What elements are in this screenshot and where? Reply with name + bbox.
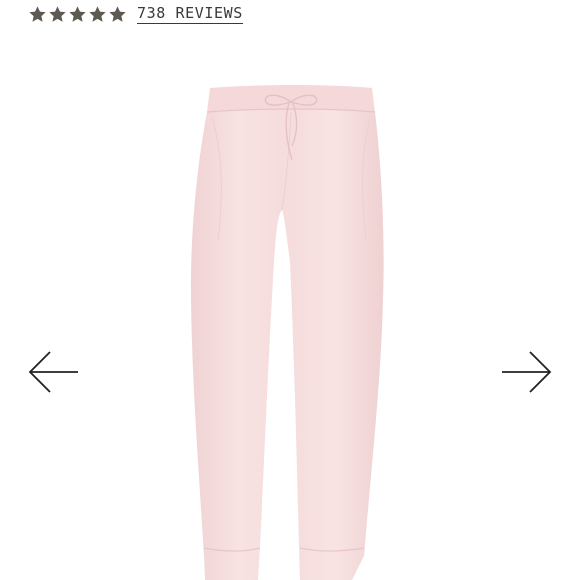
- star-icon: [88, 5, 107, 24]
- arrow-right-icon: [498, 348, 554, 396]
- star-icon: [108, 5, 127, 24]
- reviews-link[interactable]: 738 REVIEWS: [137, 4, 243, 24]
- star-icon: [28, 5, 47, 24]
- star-icon: [48, 5, 67, 24]
- product-page: 738 REVIEWS: [0, 0, 580, 580]
- star-rating: [28, 5, 127, 24]
- previous-image-button[interactable]: [26, 348, 82, 396]
- product-image: [190, 85, 384, 580]
- rating-summary: 738 REVIEWS: [28, 0, 243, 28]
- star-icon: [68, 5, 87, 24]
- arrow-left-icon: [26, 348, 82, 396]
- next-image-button[interactable]: [498, 348, 554, 396]
- product-gallery: [0, 40, 580, 580]
